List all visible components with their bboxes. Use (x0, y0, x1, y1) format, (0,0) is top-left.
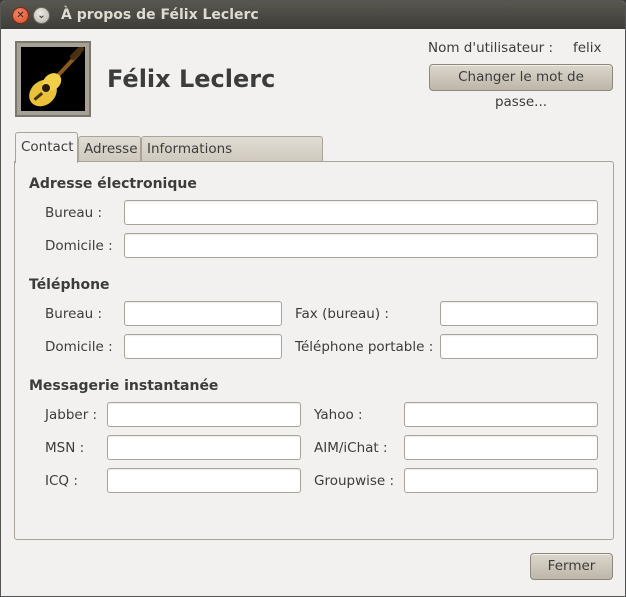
contact-tab-panel: Adresse électronique Bureau : Domicile :… (14, 161, 614, 540)
email-home-input[interactable] (124, 233, 598, 258)
window-title: À propos de Félix Leclerc (61, 7, 259, 23)
phone-mobile-input[interactable] (440, 334, 598, 359)
tab-address[interactable]: Adresse (78, 136, 141, 162)
about-me-window: ✕ ⌄ À propos de Félix Leclerc Félix Lecl… (0, 0, 626, 597)
email-work-input[interactable] (124, 200, 598, 225)
im-groupwise-input[interactable] (404, 468, 598, 493)
window-menu-icon[interactable]: ⌄ (33, 7, 50, 24)
im-icq-input[interactable] (107, 468, 301, 493)
im-msn-label: MSN : (45, 440, 85, 456)
im-yahoo-label: Yahoo : (314, 407, 363, 423)
avatar-button[interactable] (15, 41, 91, 117)
username-value: felix (573, 40, 602, 56)
title-bar[interactable]: ✕ ⌄ À propos de Félix Leclerc (1, 1, 625, 29)
phone-work-input[interactable] (124, 301, 282, 326)
im-jabber-input[interactable] (107, 402, 301, 427)
im-jabber-label: Jabber : (45, 407, 98, 423)
change-password-button[interactable]: Changer le mot de passe... (429, 64, 613, 110)
im-section-title: Messagerie instantanée (29, 378, 219, 394)
im-groupwise-label: Groupwise : (314, 473, 395, 489)
email-work-label: Bureau : (45, 205, 103, 221)
tab-personal-info[interactable]: Informations personnelles (141, 136, 323, 181)
email-home-label: Domicile : (45, 238, 113, 254)
phone-mobile-label: Téléphone portable : (295, 339, 434, 355)
close-button[interactable]: Fermer (530, 553, 613, 580)
guitar-icon (21, 47, 85, 111)
im-icq-label: ICQ : (45, 473, 78, 489)
email-section-title: Adresse électronique (29, 176, 197, 192)
username-label: Nom d'utilisateur : (428, 40, 554, 56)
phone-fax-input[interactable] (440, 301, 598, 326)
tab-contact[interactable]: Contact (15, 132, 78, 163)
im-yahoo-input[interactable] (404, 402, 598, 427)
window-close-icon[interactable]: ✕ (12, 7, 29, 24)
im-aim-label: AIM/iChat : (314, 440, 388, 456)
full-name-heading: Félix Leclerc (107, 65, 276, 93)
im-msn-input[interactable] (107, 435, 301, 460)
phone-section-title: Téléphone (29, 277, 110, 293)
phone-home-label: Domicile : (45, 339, 113, 355)
phone-work-label: Bureau : (45, 306, 103, 322)
im-aim-input[interactable] (404, 435, 598, 460)
phone-home-input[interactable] (124, 334, 282, 359)
phone-fax-label: Fax (bureau) : (295, 306, 389, 322)
